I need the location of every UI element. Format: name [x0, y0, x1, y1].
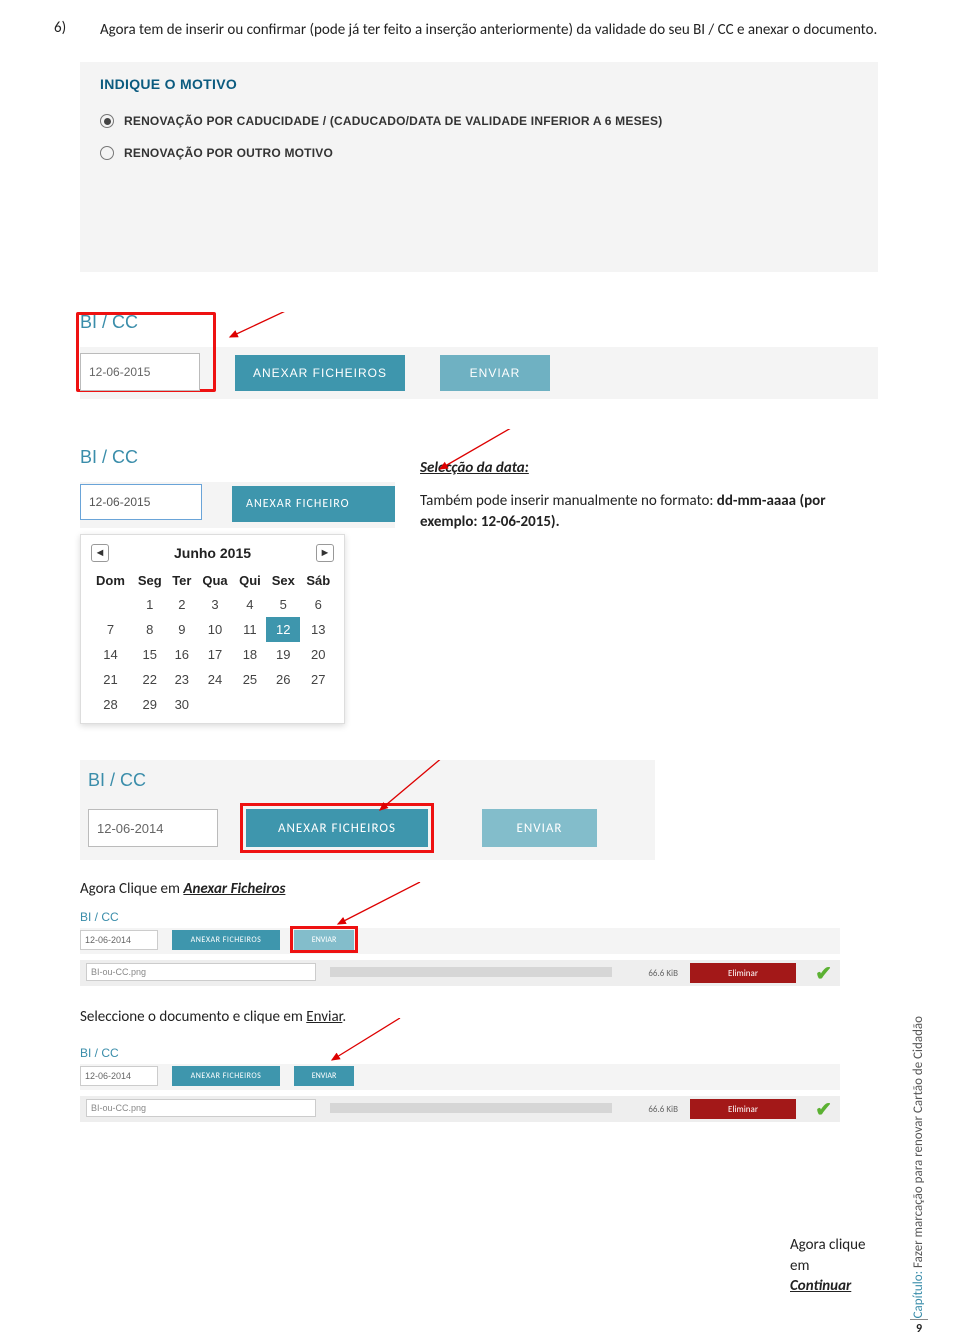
- cal-day[interactable]: 27: [300, 667, 336, 692]
- file-row-2: 66.6 KiB Eliminar ✔: [80, 1096, 840, 1122]
- page-number: 9: [910, 1319, 928, 1336]
- bicc-label-2: BI / CC: [80, 447, 395, 468]
- cal-dow-header: Qua: [196, 569, 234, 592]
- cal-day[interactable]: 16: [167, 642, 196, 667]
- cal-day: [234, 692, 266, 717]
- filename-field-2[interactable]: [86, 1099, 316, 1117]
- date-input[interactable]: [80, 353, 200, 391]
- cal-day[interactable]: 28: [89, 692, 132, 717]
- date-input-4[interactable]: [80, 930, 158, 950]
- highlight-anexar: [240, 803, 434, 853]
- screenshot-uploaded: BI / CC ANEXAR FICHEIROS ENVIAR 66.6 KiB…: [80, 1046, 840, 1122]
- file-row: 66.6 KiB Eliminar ✔: [80, 960, 840, 986]
- cal-day[interactable]: 30: [167, 692, 196, 717]
- checkmark-icon-2: ✔: [815, 1097, 832, 1122]
- radio-selected-icon: [100, 114, 114, 128]
- instr-enviar: Seleccione o documento e clique em Envia…: [80, 1008, 880, 1026]
- cal-day[interactable]: 17: [196, 642, 234, 667]
- cal-day[interactable]: 18: [234, 642, 266, 667]
- cal-day[interactable]: 4: [234, 592, 266, 617]
- cal-day[interactable]: 22: [132, 667, 167, 692]
- instr-continuar: Agora clique em Continuar: [790, 1235, 870, 1296]
- bicc-label-3: BI / CC: [88, 770, 655, 791]
- checkmark-icon: ✔: [815, 961, 832, 986]
- radio-caducidade[interactable]: RENOVAÇÃO POR CADUCIDADE / (CADUCADO/DAT…: [100, 114, 858, 128]
- bicc-label-4: BI / CC: [80, 910, 840, 924]
- cal-day: [196, 692, 234, 717]
- cal-day[interactable]: 3: [196, 592, 234, 617]
- enviar-button-3[interactable]: ENVIAR: [482, 809, 597, 847]
- seleccao-body: Também pode inserir manualmente no forma…: [420, 491, 870, 532]
- filesize-label: 66.6 KiB: [648, 968, 678, 979]
- calendar-grid: DomSegTerQuaQuiSexSáb 123456789101112131…: [89, 569, 336, 717]
- cal-day[interactable]: 20: [300, 642, 336, 667]
- cal-day: [89, 592, 132, 617]
- radio-outro-label: RENOVAÇÃO POR OUTRO MOTIVO: [124, 146, 333, 160]
- date-input-focused[interactable]: [80, 484, 202, 520]
- eliminar-button[interactable]: Eliminar: [690, 963, 796, 983]
- cal-day[interactable]: 12: [266, 617, 300, 642]
- enviar-button-5[interactable]: ENVIAR: [294, 1066, 354, 1086]
- bicc-label-5: BI / CC: [80, 1046, 840, 1060]
- screenshot-enviar: BI / CC ANEXAR FICHEIROS ENVIAR 66.6 KiB…: [80, 910, 840, 986]
- radio-caducidade-label: RENOVAÇÃO POR CADUCIDADE / (CADUCADO/DAT…: [124, 114, 662, 128]
- chapter-label: Capítulo: Fazer marcação para renovar Ca…: [911, 1016, 926, 1318]
- progress-bar: [330, 967, 612, 977]
- cal-day[interactable]: 8: [132, 617, 167, 642]
- cal-day[interactable]: 29: [132, 692, 167, 717]
- instr-anexar: Agora Clique em Anexar Ficheiros: [80, 880, 880, 898]
- cal-day[interactable]: 9: [167, 617, 196, 642]
- radio-outro[interactable]: RENOVAÇÃO POR OUTRO MOTIVO: [100, 146, 858, 160]
- screenshot-anexar: BI / CC ANEXAR FICHEIROS ENVIAR: [80, 760, 655, 860]
- cal-dow-header: Sex: [266, 569, 300, 592]
- calendar-popup: ◄ Junho 2015 ► DomSegTerQuaQuiSexSáb 123…: [80, 534, 345, 724]
- motivo-title: INDIQUE O MOTIVO: [100, 76, 858, 92]
- cal-day[interactable]: 15: [132, 642, 167, 667]
- cal-day[interactable]: 11: [234, 617, 266, 642]
- cal-prev-button[interactable]: ◄: [91, 544, 109, 562]
- cal-dow-header: Sáb: [300, 569, 336, 592]
- cal-day[interactable]: 1: [132, 592, 167, 617]
- highlight-enviar: [290, 926, 358, 953]
- anexar-button-4[interactable]: ANEXAR FICHEIROS: [172, 930, 280, 950]
- cal-dow-header: Seg: [132, 569, 167, 592]
- anexar-button-2[interactable]: ANEXAR FICHEIRO: [232, 486, 395, 522]
- cal-day[interactable]: 13: [300, 617, 336, 642]
- cal-dow-header: Ter: [167, 569, 196, 592]
- screenshot-calendar: BI / CC ANEXAR FICHEIRO ◄ Junho 2015 ► D…: [80, 447, 395, 724]
- cal-day[interactable]: 5: [266, 592, 300, 617]
- cal-day[interactable]: 25: [234, 667, 266, 692]
- cal-day[interactable]: 6: [300, 592, 336, 617]
- intro-text: Agora tem de inserir ou confirmar (pode …: [100, 20, 880, 40]
- cal-day[interactable]: 14: [89, 642, 132, 667]
- cal-day[interactable]: 24: [196, 667, 234, 692]
- eliminar-button-2[interactable]: Eliminar: [690, 1099, 796, 1119]
- cal-day[interactable]: 26: [266, 667, 300, 692]
- date-input-5[interactable]: [80, 1066, 158, 1086]
- cal-day: [266, 692, 300, 717]
- cal-day[interactable]: 10: [196, 617, 234, 642]
- date-input-3[interactable]: [88, 809, 218, 847]
- enviar-button[interactable]: ENVIAR: [440, 355, 550, 391]
- cal-day[interactable]: 7: [89, 617, 132, 642]
- progress-bar-2: [330, 1103, 612, 1113]
- cal-day[interactable]: 2: [167, 592, 196, 617]
- step-number: 6): [54, 19, 66, 37]
- cal-dow-header: Dom: [89, 569, 132, 592]
- screenshot-motivo: INDIQUE O MOTIVO RENOVAÇÃO POR CADUCIDAD…: [80, 62, 878, 272]
- anexar-button[interactable]: ANEXAR FICHEIROS: [235, 355, 405, 391]
- cal-month-label: Junho 2015: [174, 545, 251, 561]
- filesize-label-2: 66.6 KiB: [648, 1104, 678, 1115]
- cal-day[interactable]: 19: [266, 642, 300, 667]
- cal-day[interactable]: 23: [167, 667, 196, 692]
- anexar-button-5[interactable]: ANEXAR FICHEIROS: [172, 1066, 280, 1086]
- radio-unselected-icon: [100, 146, 114, 160]
- cal-day: [300, 692, 336, 717]
- cal-dow-header: Qui: [234, 569, 266, 592]
- cal-next-button[interactable]: ►: [316, 544, 334, 562]
- filename-field[interactable]: [86, 963, 316, 981]
- cal-day[interactable]: 21: [89, 667, 132, 692]
- seleccao-header: Selecção da data:: [420, 459, 529, 477]
- screenshot-bicc-date: BI / CC ANEXAR FICHEIROS ENVIAR: [80, 312, 878, 399]
